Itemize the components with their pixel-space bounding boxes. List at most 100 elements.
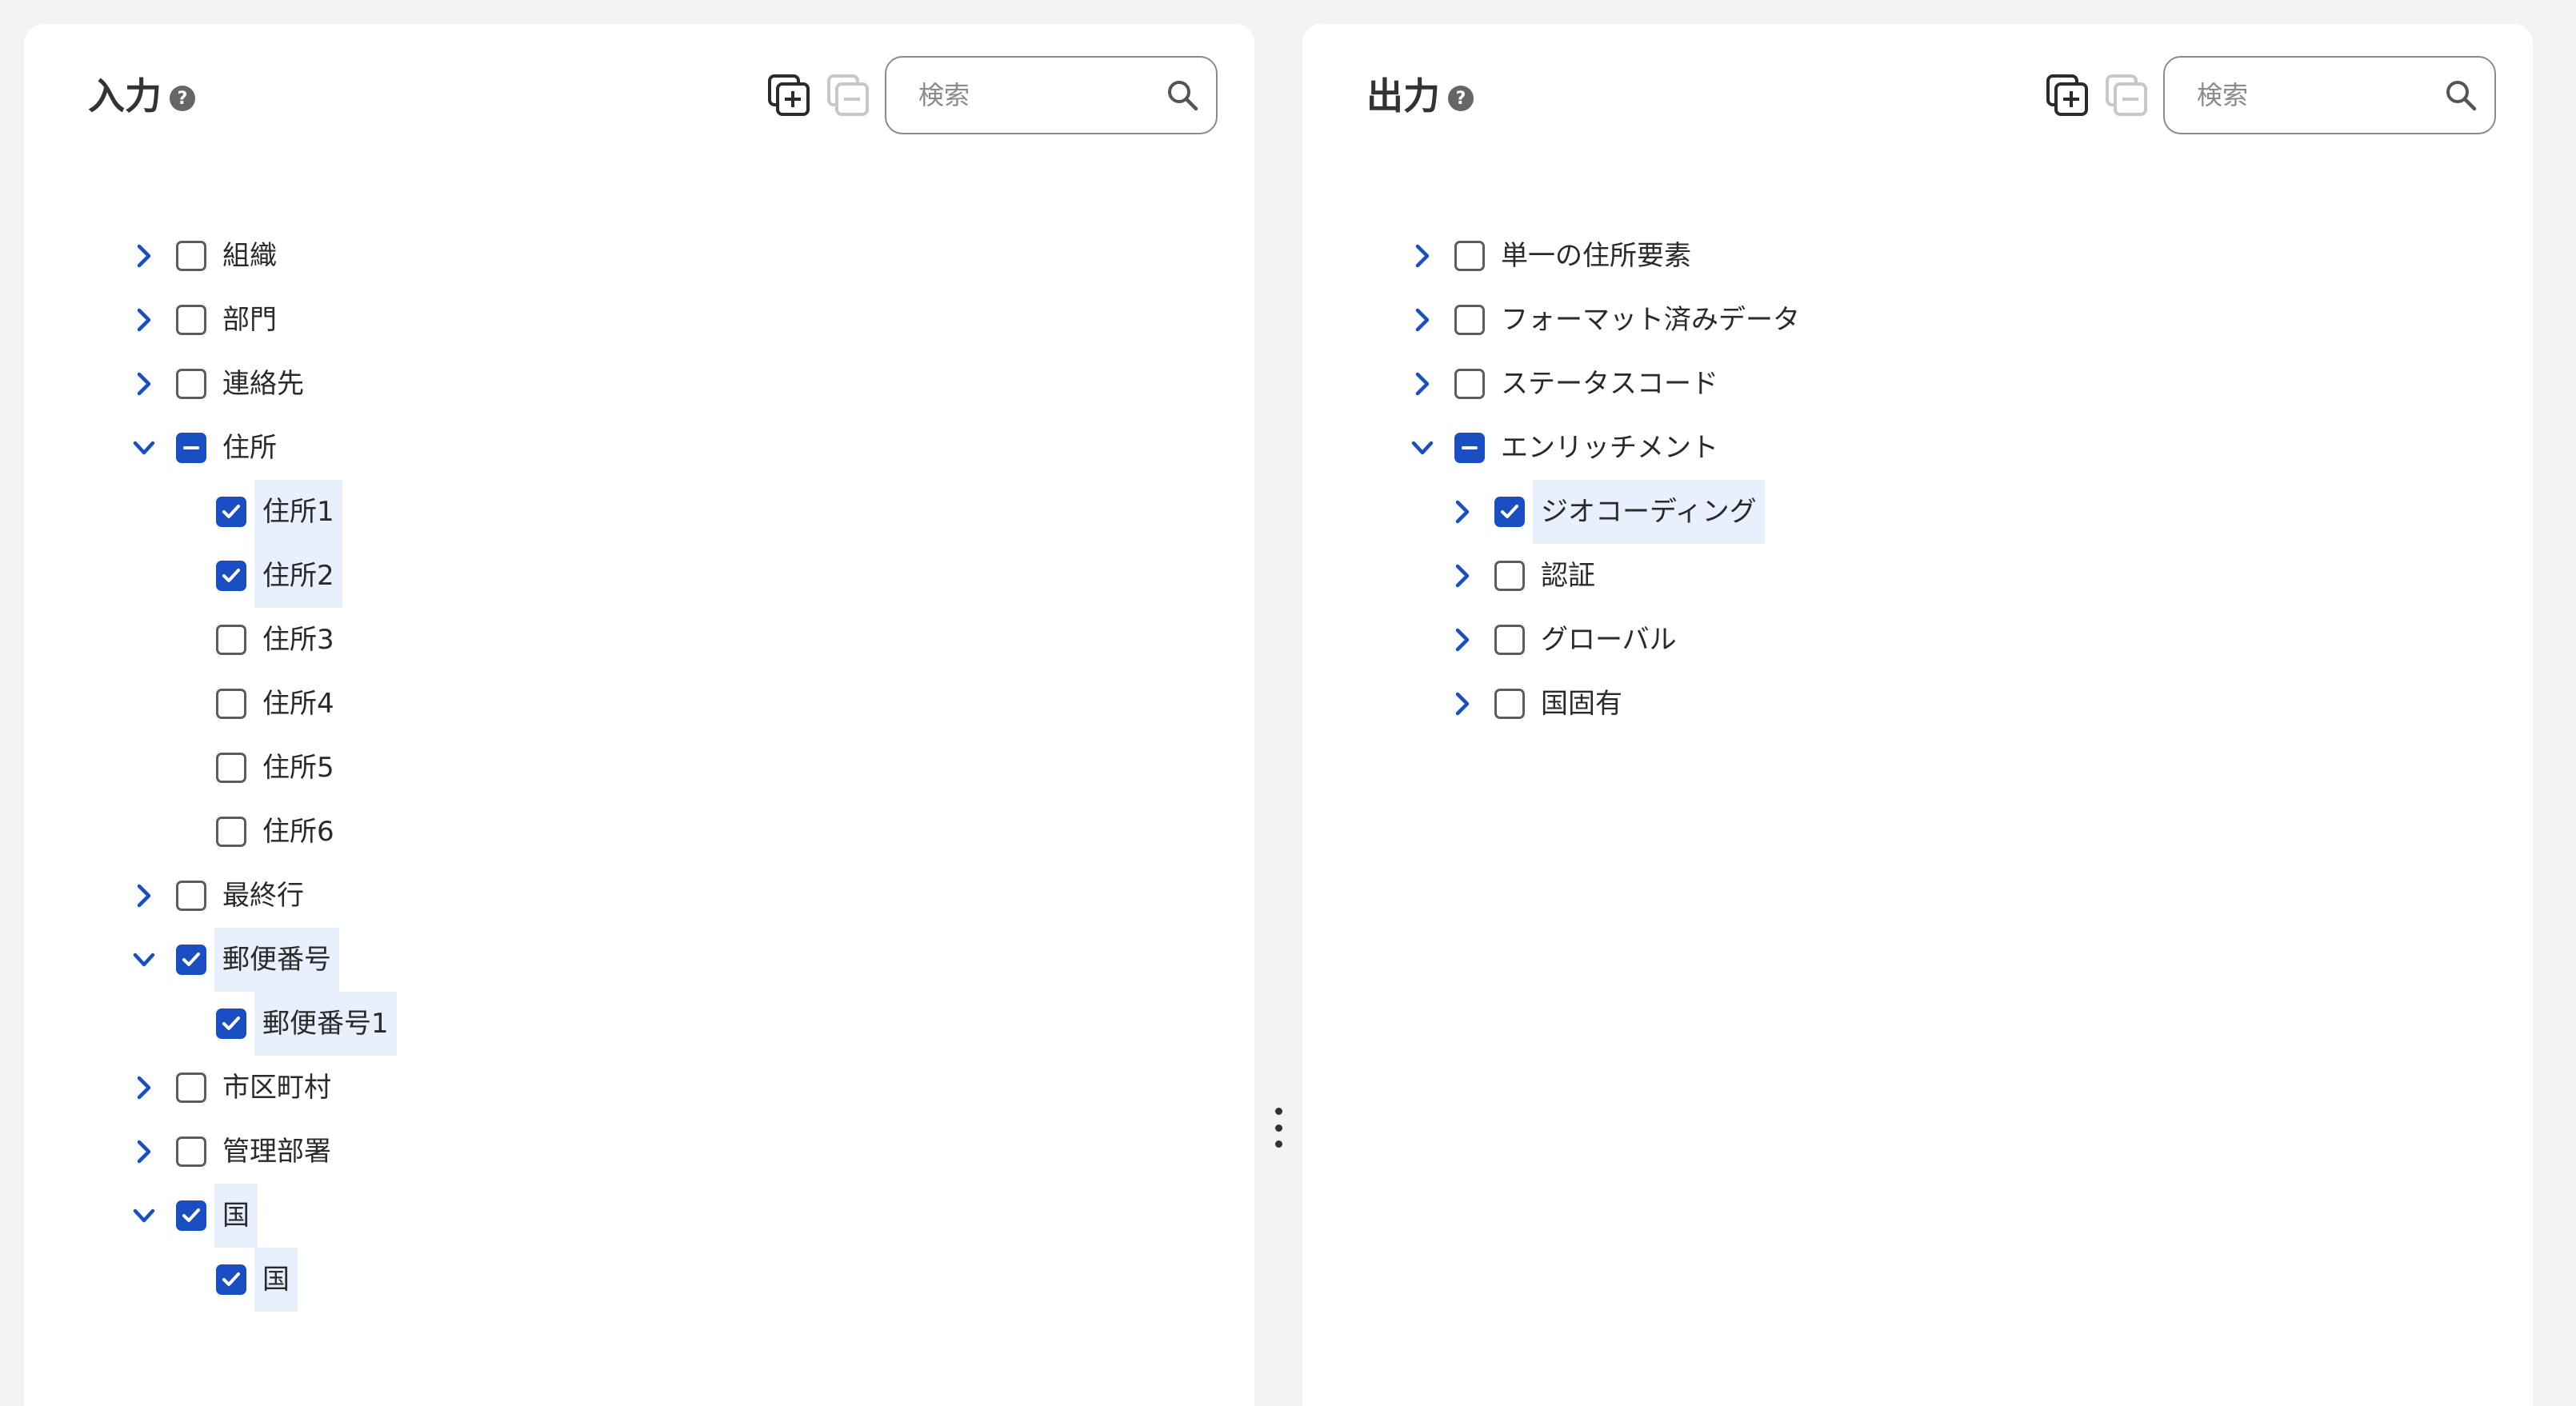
tree-item-label[interactable]: 郵便番号 [214,928,339,992]
checkbox[interactable] [1454,433,1485,463]
tree-item-label[interactable]: 国固有 [1533,672,1630,736]
tree-row[interactable]: 住所5 [24,736,1254,800]
checkbox[interactable] [216,1264,246,1295]
checkbox[interactable] [176,1072,206,1103]
checkbox[interactable] [176,1200,206,1231]
chevron-down-icon[interactable] [130,1202,158,1229]
checkbox[interactable] [216,561,246,591]
tree-row[interactable]: 住所3 [24,608,1254,672]
tree-row[interactable]: ステータスコード [1302,352,2533,416]
checkbox[interactable] [1494,689,1525,719]
checkbox[interactable] [216,753,246,783]
tree-item-label[interactable]: 認証 [1533,544,1603,608]
tree-item-label[interactable]: グローバル [1533,608,1685,672]
chevron-right-icon[interactable] [1449,690,1476,717]
tree-row[interactable]: 国 [24,1248,1254,1312]
tree-item-label[interactable]: 市区町村 [214,1056,339,1120]
tree-row[interactable]: フォーマット済みデータ [1302,288,2533,352]
tree-row[interactable]: 最終行 [24,864,1254,928]
chevron-right-icon[interactable] [130,242,158,270]
tree-row[interactable]: 郵便番号1 [24,992,1254,1056]
chevron-right-icon[interactable] [1449,626,1476,653]
tree-item-label[interactable]: 国 [214,1184,258,1248]
checkbox[interactable] [1454,241,1485,271]
checkbox[interactable] [176,1136,206,1167]
chevron-right-icon[interactable] [1409,242,1436,270]
tree-row[interactable]: 認証 [1302,544,2533,608]
tree-item-label[interactable]: 住所2 [254,544,342,608]
checkbox[interactable] [216,625,246,655]
tree-item-label[interactable]: 国 [254,1248,298,1312]
tree-row[interactable]: 連絡先 [24,352,1254,416]
tree-item-label[interactable]: 住所5 [254,736,342,800]
tree-row[interactable]: 市区町村 [24,1056,1254,1120]
chevron-down-icon[interactable] [130,946,158,973]
tree-item-label[interactable]: 組織 [214,224,285,288]
tree-item-label[interactable]: フォーマット済みデータ [1493,288,1808,352]
tree-item-label[interactable]: ジオコーディング [1533,480,1765,544]
chevron-right-icon[interactable] [130,1138,158,1165]
tree-row[interactable]: 国 [24,1184,1254,1248]
expand-all-icon[interactable] [766,73,811,118]
tree-row[interactable]: 国固有 [1302,672,2533,736]
search-icon[interactable] [1165,78,1200,113]
chevron-right-icon[interactable] [130,370,158,397]
chevron-right-icon[interactable] [130,1074,158,1101]
collapse-all-icon[interactable] [2104,73,2149,118]
tree-row[interactable]: 郵便番号 [24,928,1254,992]
checkbox[interactable] [176,945,206,975]
chevron-right-icon[interactable] [1409,370,1436,397]
checkbox[interactable] [216,1009,246,1039]
tree-item-label[interactable]: 住所3 [254,608,342,672]
tree-item-label[interactable]: 管理部署 [214,1120,339,1184]
tree-row[interactable]: 住所1 [24,480,1254,544]
tree-item-label[interactable]: 住所 [214,416,285,480]
tree-row[interactable]: 部門 [24,288,1254,352]
tree-row[interactable]: ジオコーディング [1302,480,2533,544]
checkbox[interactable] [176,881,206,911]
tree-item-label[interactable]: 部門 [214,288,285,352]
chevron-right-icon[interactable] [1409,306,1436,334]
checkbox[interactable] [176,369,206,399]
checkbox[interactable] [176,305,206,335]
chevron-right-icon[interactable] [1449,562,1476,589]
tree-row[interactable]: 管理部署 [24,1120,1254,1184]
input-search-input[interactable] [917,79,1165,111]
tree-item-label[interactable]: 連絡先 [214,352,312,416]
tree-item-label[interactable]: エンリッチメント [1493,416,1726,480]
tree-item-label[interactable]: 住所1 [254,480,342,544]
chevron-down-icon[interactable] [1409,434,1436,461]
help-icon[interactable]: ? [1448,86,1474,111]
tree-item-label[interactable]: 単一の住所要素 [1493,224,1699,288]
tree-row[interactable]: 住所4 [24,672,1254,736]
tree-item-label[interactable]: 住所6 [254,800,342,864]
tree-row[interactable]: 住所 [24,416,1254,480]
checkbox[interactable] [1454,369,1485,399]
checkbox[interactable] [1494,625,1525,655]
checkbox[interactable] [1494,561,1525,591]
chevron-right-icon[interactable] [130,882,158,909]
collapse-all-icon[interactable] [826,73,870,118]
tree-row[interactable]: グローバル [1302,608,2533,672]
tree-row[interactable]: 単一の住所要素 [1302,224,2533,288]
tree-row[interactable]: 住所2 [24,544,1254,608]
chevron-right-icon[interactable] [1449,498,1476,525]
checkbox[interactable] [216,817,246,847]
checkbox[interactable] [1494,497,1525,527]
output-search-input[interactable] [2195,79,2443,111]
checkbox[interactable] [216,689,246,719]
tree-item-label[interactable]: ステータスコード [1493,352,1726,416]
chevron-down-icon[interactable] [130,434,158,461]
checkbox[interactable] [176,241,206,271]
tree-row[interactable]: エンリッチメント [1302,416,2533,480]
help-icon[interactable]: ? [170,86,195,111]
tree-row[interactable]: 組織 [24,224,1254,288]
checkbox[interactable] [176,433,206,463]
expand-all-icon[interactable] [2045,73,2090,118]
chevron-right-icon[interactable] [130,306,158,334]
tree-row[interactable]: 住所6 [24,800,1254,864]
tree-item-label[interactable]: 郵便番号1 [254,992,397,1056]
tree-item-label[interactable]: 住所4 [254,672,342,736]
search-icon[interactable] [2443,78,2478,113]
checkbox[interactable] [216,497,246,527]
